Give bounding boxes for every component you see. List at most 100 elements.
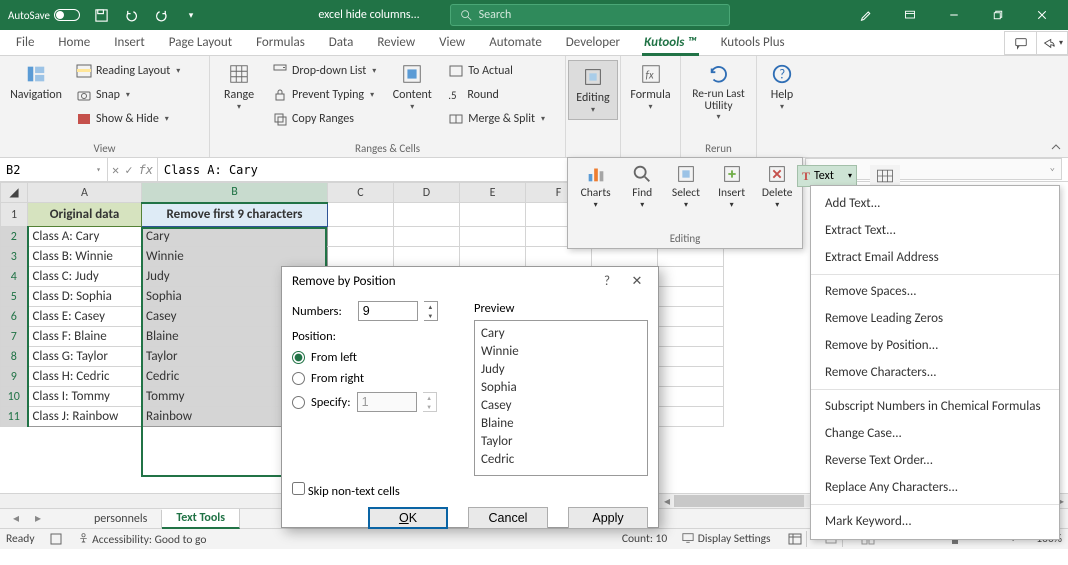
cell-A8[interactable]: Class G: Taylor (28, 347, 142, 367)
cell-A3[interactable]: Class B: Winnie (28, 247, 142, 267)
share-icon[interactable]: ▾ (1036, 31, 1068, 55)
rowhdr-11[interactable]: 11 (1, 407, 28, 427)
search-box[interactable]: Search (450, 4, 730, 26)
tab-nav-next-icon[interactable]: ▸ (28, 511, 48, 526)
formula-expand-icon[interactable]: ⌄ (1050, 163, 1055, 173)
dialog-close-icon[interactable]: ✕ (622, 267, 652, 295)
display-settings[interactable]: Display Settings (681, 532, 770, 546)
editing-button[interactable]: Editing▾ (568, 60, 618, 120)
close-icon[interactable] (1020, 0, 1064, 30)
rowhdr-9[interactable]: 9 (1, 367, 28, 387)
numbers-input[interactable] (358, 301, 418, 321)
text-button[interactable]: T Text ▾ (797, 165, 857, 187)
menu-add-text[interactable]: Add Text... (811, 190, 1059, 217)
cell-tools-button[interactable] (870, 165, 900, 187)
insert-button[interactable]: Insert▾ (711, 162, 753, 230)
cell-A5[interactable]: Class D: Sophia (28, 287, 142, 307)
to-actual-button[interactable]: To Actual (444, 60, 549, 82)
sheet-tab-personnels[interactable]: personnels (80, 510, 162, 528)
spin-up-icon[interactable]: ▲ (424, 302, 437, 311)
menu-remove-position[interactable]: Remove by Position... (811, 332, 1059, 359)
merge-split-button[interactable]: Merge & Split▾ (444, 108, 549, 130)
rowhdr-7[interactable]: 7 (1, 327, 28, 347)
tab-developer[interactable]: Developer (554, 30, 632, 55)
tab-automate[interactable]: Automate (477, 30, 554, 55)
cell-A4[interactable]: Class C: Judy (28, 267, 142, 287)
autosave-toggle[interactable]: AutoSave (4, 9, 84, 22)
cancel-formula-icon[interactable]: ✕ (112, 163, 119, 177)
menu-remove-zeros[interactable]: Remove Leading Zeros (811, 305, 1059, 332)
menu-change-case[interactable]: Change Case... (811, 420, 1059, 447)
comments-icon[interactable] (1004, 31, 1036, 55)
rowhdr-3[interactable]: 3 (1, 247, 28, 267)
macro-icon[interactable] (49, 532, 63, 546)
view-normal-icon[interactable] (785, 531, 807, 547)
help-button[interactable]: ? Help▾ (759, 60, 805, 114)
cell-B2[interactable]: Cary (142, 227, 328, 247)
reading-layout-button[interactable]: Reading Layout▾ (72, 60, 184, 82)
menu-extract-email[interactable]: Extract Email Address (811, 244, 1059, 271)
cell-header-b[interactable]: Remove first 9 characters (142, 203, 328, 227)
colhdr-E[interactable]: E (460, 183, 526, 203)
name-box[interactable]: B2▾ (0, 158, 108, 181)
pen-icon[interactable] (844, 0, 888, 30)
dropdown-list-button[interactable]: Drop-down List▾ (268, 60, 380, 82)
sheet-tab-text-tools[interactable]: Text Tools (162, 509, 240, 529)
menu-remove-spaces[interactable]: Remove Spaces... (811, 278, 1059, 305)
ok-button[interactable]: OK (368, 507, 448, 529)
round-button[interactable]: .5 Round (444, 84, 549, 106)
tab-home[interactable]: Home (46, 30, 102, 55)
cell-A10[interactable]: Class I: Tommy (28, 387, 142, 407)
cancel-button[interactable]: Cancel (468, 507, 548, 529)
minimize-icon[interactable] (932, 0, 976, 30)
rowhdr-2[interactable]: 2 (1, 227, 28, 247)
cell-header-a[interactable]: Original data (28, 203, 142, 227)
radio-from-right[interactable] (292, 372, 305, 385)
menu-remove-characters[interactable]: Remove Characters... (811, 359, 1059, 386)
restore-icon[interactable] (976, 0, 1020, 30)
select-button[interactable]: Select▾ (665, 162, 707, 230)
tab-nav-prev-icon[interactable]: ◂ (6, 511, 26, 526)
ribbon-display-icon[interactable] (888, 0, 932, 30)
tab-kutools-plus[interactable]: Kutools Plus (709, 30, 797, 55)
fx-icon-small[interactable]: fx (138, 163, 152, 177)
skip-checkbox-row[interactable]: Skip non-text cells (292, 484, 400, 499)
tab-data[interactable]: Data (317, 30, 366, 55)
delete-button[interactable]: Delete▾ (756, 162, 798, 230)
menu-replace-any[interactable]: Replace Any Characters... (811, 474, 1059, 501)
skip-checkbox[interactable] (292, 482, 305, 495)
colhdr-B[interactable]: B (142, 183, 328, 203)
cell-A2[interactable]: Class A: Cary (28, 227, 142, 247)
tab-page-layout[interactable]: Page Layout (157, 30, 244, 55)
rowhdr-4[interactable]: 4 (1, 267, 28, 287)
rowhdr-8[interactable]: 8 (1, 347, 28, 367)
dialog-help-icon[interactable]: ? (592, 267, 622, 295)
qat-dropdown-icon[interactable]: ▾ (178, 2, 204, 28)
content-button[interactable]: Content▾ (386, 60, 438, 114)
prevent-typing-button[interactable]: Prevent Typing▾ (268, 84, 380, 106)
save-icon[interactable] (88, 2, 114, 28)
colhdr-A[interactable]: A (28, 183, 142, 203)
select-all-cell[interactable]: ◢ (1, 183, 28, 203)
radio-specify[interactable] (292, 396, 305, 409)
cell-A7[interactable]: Class F: Blaine (28, 327, 142, 347)
tab-view[interactable]: View (427, 30, 477, 55)
tab-review[interactable]: Review (365, 30, 427, 55)
redo-icon[interactable] (148, 2, 174, 28)
collapse-ribbon-icon[interactable] (1050, 141, 1062, 153)
rowhdr-5[interactable]: 5 (1, 287, 28, 307)
menu-extract-text[interactable]: Extract Text... (811, 217, 1059, 244)
find-button[interactable]: Find▾ (623, 162, 661, 230)
autosave-toggle-switch[interactable] (54, 9, 80, 21)
cell-B3[interactable]: Winnie (142, 247, 328, 267)
snap-button[interactable]: Snap▾ (72, 84, 184, 106)
tab-insert[interactable]: Insert (102, 30, 157, 55)
charts-button[interactable]: Charts▾ (572, 162, 619, 230)
radio-from-left[interactable] (292, 351, 305, 364)
cell-A9[interactable]: Class H: Cedric (28, 367, 142, 387)
accessibility-status[interactable]: Accessibility: Good to go (77, 532, 207, 547)
show-hide-button[interactable]: Show & Hide▾ (72, 108, 184, 130)
menu-reverse[interactable]: Reverse Text Order... (811, 447, 1059, 474)
navigation-button[interactable]: Navigation (6, 60, 66, 104)
rowhdr-6[interactable]: 6 (1, 307, 28, 327)
